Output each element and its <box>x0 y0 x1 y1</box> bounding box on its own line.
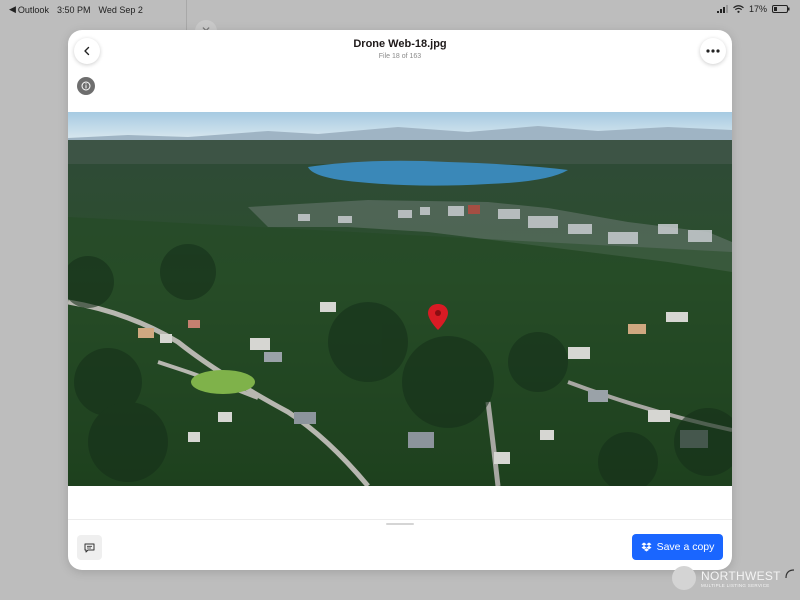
info-icon <box>81 81 91 91</box>
drag-handle[interactable] <box>386 523 414 525</box>
status-time: 3:50 PM <box>56 4 91 15</box>
status-bar: ◀ Outlook 3:50 PM Wed Sep 2 17% <box>0 0 800 18</box>
background-divider <box>186 0 187 30</box>
battery-percent: 17% <box>748 4 767 14</box>
watermark-title: NORTHWEST <box>701 568 781 583</box>
wifi-icon <box>733 5 744 13</box>
battery-icon <box>772 5 790 13</box>
save-copy-button[interactable]: Save a copy <box>632 534 723 560</box>
northwest-mls-watermark: NORTHWEST MULTIPLE LISTING SERVICE <box>672 566 781 590</box>
signal-icon <box>716 5 728 13</box>
watermark-subtitle: MULTIPLE LISTING SERVICE <box>701 582 770 588</box>
status-date: Wed Sep 2 <box>98 4 143 15</box>
file-title: Drone Web-18.jpg <box>353 38 447 50</box>
more-horizontal-icon <box>706 49 720 53</box>
comment-button[interactable] <box>77 535 102 560</box>
dropbox-icon <box>641 542 652 552</box>
comment-icon <box>84 543 95 552</box>
file-header: Drone Web-18.jpg File 18 of 163 <box>68 38 732 60</box>
aerial-photo[interactable] <box>68 112 732 486</box>
file-position: File 18 of 163 <box>378 53 422 60</box>
save-copy-label: Save a copy <box>656 541 715 553</box>
back-triangle-icon: ◀ <box>9 4 16 14</box>
footer-divider <box>68 519 732 520</box>
field <box>191 370 255 394</box>
info-button[interactable] <box>77 77 95 95</box>
distant-hills <box>68 140 732 164</box>
mls-logo-icon <box>672 566 696 590</box>
back-to-app-link[interactable]: ◀ Outlook <box>9 4 49 15</box>
more-options-button[interactable] <box>700 38 726 64</box>
file-preview-modal: Drone Web-18.jpg File 18 of 163 Save a c… <box>68 30 732 570</box>
corner-arc-icon <box>785 569 795 579</box>
